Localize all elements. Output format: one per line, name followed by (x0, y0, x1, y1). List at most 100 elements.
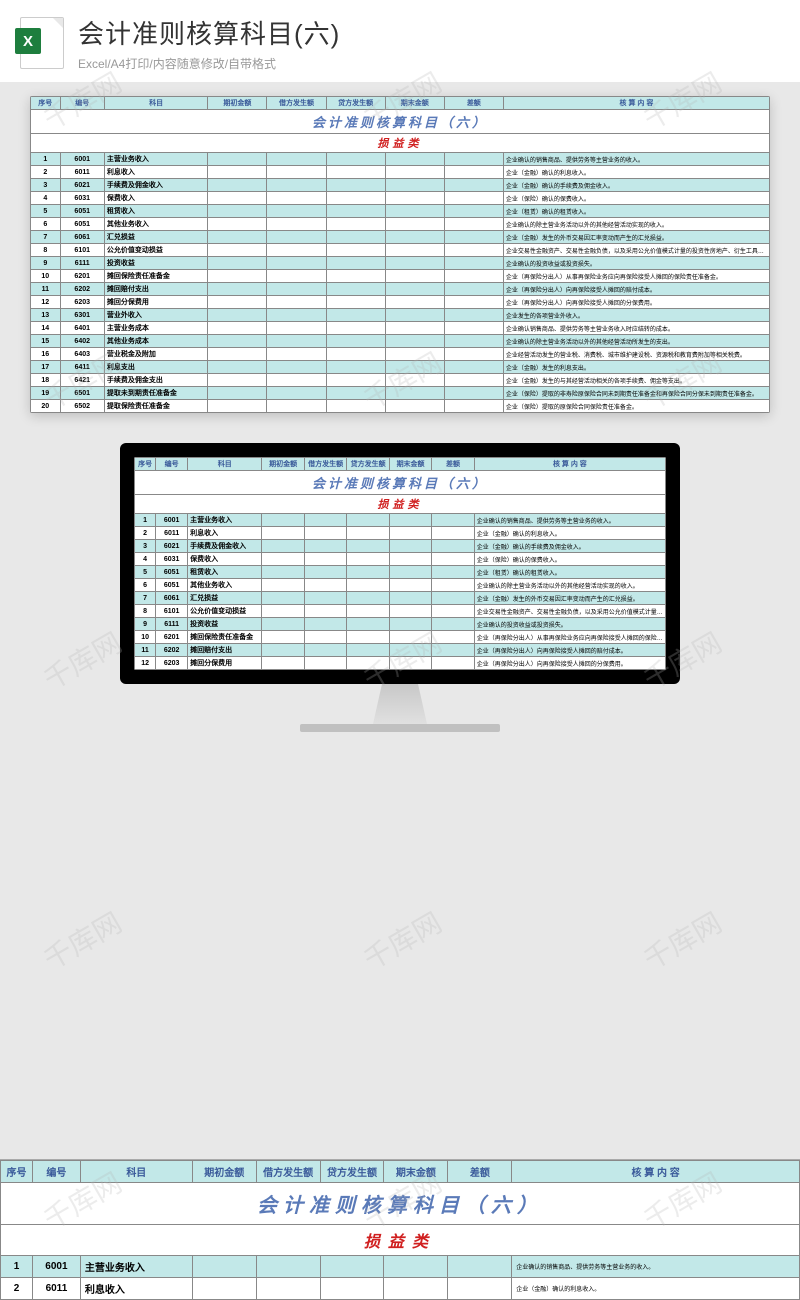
excel-file-icon (20, 17, 64, 69)
cell-debit (304, 579, 346, 592)
table-row: 16 6403 营业税金及附加 企业经营活动发生的营业税、消费税、城市维护建设税… (31, 348, 770, 361)
cell-opening (262, 540, 304, 553)
cell-credit (326, 387, 385, 400)
cell-desc: 企业（金融）发生的外币交易因汇率变动而产生的汇兑损益。 (474, 592, 665, 605)
cell-seq: 4 (135, 553, 156, 566)
cell-subject: 提取保险责任准备金 (104, 400, 207, 413)
cell-desc: 企业经营活动发生的营业税、消费税、城市维护建设税、资源税和教育费附加等相关税费。 (503, 348, 769, 361)
cell-diff (432, 618, 474, 631)
cell-seq: 20 (31, 400, 61, 413)
cell-seq: 10 (135, 631, 156, 644)
cell-seq: 15 (31, 335, 61, 348)
cell-code: 6501 (60, 387, 104, 400)
cell-diff (432, 540, 474, 553)
cell-debit (267, 270, 326, 283)
cell-credit (326, 374, 385, 387)
cell-seq: 1 (135, 514, 156, 527)
cell-credit (326, 166, 385, 179)
column-header: 核 算 内 容 (474, 458, 665, 471)
cell-credit (320, 1256, 384, 1278)
cell-subject: 摊回保险责任准备金 (188, 631, 262, 644)
table-row: 4 6031 保费收入 企业（保险）确认的保费收入。 (31, 192, 770, 205)
column-header: 科目 (188, 458, 262, 471)
cell-desc: 企业（再保险分出人）从事再保险业务应向再保险接受人摊回的保险责任准备金。 (474, 631, 665, 644)
table-row: 5 6051 租赁收入 企业（租赁）确认的租赁收入。 (135, 566, 666, 579)
cell-debit (267, 335, 326, 348)
cell-diff (444, 309, 503, 322)
accounting-table-monitor: 会计准则核算科目（六）损益类序号编号科目期初金额借方发生额贷方发生额期末金额差额… (134, 457, 666, 670)
table-row: 15 6402 其他业务成本 企业确认的除主营业务活动以外的其他经营活动所发生的… (31, 335, 770, 348)
cell-subject: 摊回赔付支出 (104, 283, 207, 296)
cell-desc: 企业（再保险分出人）向再保险接受人摊回的赔付成本。 (503, 283, 769, 296)
cell-desc: 企业确认的除主营业务活动以外的其他经营活动所发生的支出。 (503, 335, 769, 348)
cell-subject: 保费收入 (188, 553, 262, 566)
cell-code: 6061 (156, 592, 188, 605)
cell-desc: 企业（金融）确认的手续费及佣金收入。 (503, 179, 769, 192)
accounting-table: 会计准则核算科目（六）损益类序号编号科目期初金额借方发生额贷方发生额期末金额差额… (30, 96, 770, 413)
cell-diff (444, 205, 503, 218)
cell-opening (262, 618, 304, 631)
cell-debit (267, 179, 326, 192)
cell-opening (208, 400, 267, 413)
cell-credit (326, 322, 385, 335)
cell-credit (347, 644, 389, 657)
cell-code: 6201 (60, 270, 104, 283)
page-header: 会计准则核算科目(六) Excel/A4打印/内容随意修改/自带格式 (0, 0, 800, 82)
cell-diff (432, 579, 474, 592)
cell-code: 6051 (156, 566, 188, 579)
column-header: 编号 (156, 458, 188, 471)
cell-opening (208, 244, 267, 257)
cell-subject: 投资收益 (188, 618, 262, 631)
column-header: 编号 (60, 97, 104, 110)
cell-subject: 公允价值变动损益 (188, 605, 262, 618)
column-header: 差额 (448, 1161, 512, 1183)
cell-debit (304, 566, 346, 579)
cell-code: 6051 (60, 218, 104, 231)
table-row: 18 6421 手续费及佣金支出 企业（金融）发生的与其经营活动相关的各项手续费… (31, 374, 770, 387)
column-header: 科目 (104, 97, 207, 110)
column-header: 序号 (1, 1161, 33, 1183)
column-header: 期初金额 (262, 458, 304, 471)
cell-credit (326, 244, 385, 257)
cell-closing (385, 244, 444, 257)
cell-credit (347, 605, 389, 618)
cell-code: 6111 (60, 257, 104, 270)
cell-subject: 租赁收入 (104, 205, 207, 218)
cell-seq: 5 (31, 205, 61, 218)
cell-opening (262, 657, 304, 670)
cell-subject: 汇兑损益 (104, 231, 207, 244)
cell-subject: 主营业务收入 (188, 514, 262, 527)
cell-diff (432, 514, 474, 527)
cell-closing (389, 514, 431, 527)
cell-debit (256, 1256, 320, 1278)
cell-desc: 企业交易性金融资产、交易性金融负债，以及采用公允价值模式计量的投资性房地产、衍生… (503, 244, 769, 257)
monitor-stand (355, 684, 445, 724)
cell-desc: 企业（保险）提取的非寿险原保险合同未到期责任准备金和再保险合同分保未到期责任准备… (503, 387, 769, 400)
cell-credit (326, 257, 385, 270)
column-header: 贷方发生额 (320, 1161, 384, 1183)
cell-opening (262, 553, 304, 566)
cell-seq: 16 (31, 348, 61, 361)
table-row: 6 6051 其他业务收入 企业确认的除主营业务活动以外的其他经营活动实现的收入… (135, 579, 666, 592)
cell-credit (326, 335, 385, 348)
cell-seq: 11 (135, 644, 156, 657)
cell-opening (208, 309, 267, 322)
cell-desc: 企业（金融）确认的利息收入。 (503, 166, 769, 179)
table-row: 10 6201 摊回保险责任准备金 企业（再保险分出人）从事再保险业务应向再保险… (135, 631, 666, 644)
cell-desc: 企业确认的除主营业务活动以外的其他经营活动实现的收入。 (503, 218, 769, 231)
cell-seq: 5 (135, 566, 156, 579)
cell-closing (385, 309, 444, 322)
cell-opening (208, 296, 267, 309)
cell-diff (448, 1256, 512, 1278)
cell-closing (389, 566, 431, 579)
cell-diff (444, 153, 503, 166)
cell-code: 6011 (156, 527, 188, 540)
table-row: 11 6202 摊回赔付支出 企业（再保险分出人）向再保险接受人摊回的赔付成本。 (31, 283, 770, 296)
cell-diff (444, 270, 503, 283)
table-row: 10 6201 摊回保险责任准备金 企业（再保险分出人）从事再保险业务应向再保险… (31, 270, 770, 283)
cell-seq: 6 (135, 579, 156, 592)
cell-seq: 2 (1, 1278, 33, 1300)
cell-seq: 1 (1, 1256, 33, 1278)
cell-diff (444, 374, 503, 387)
cell-closing (385, 374, 444, 387)
